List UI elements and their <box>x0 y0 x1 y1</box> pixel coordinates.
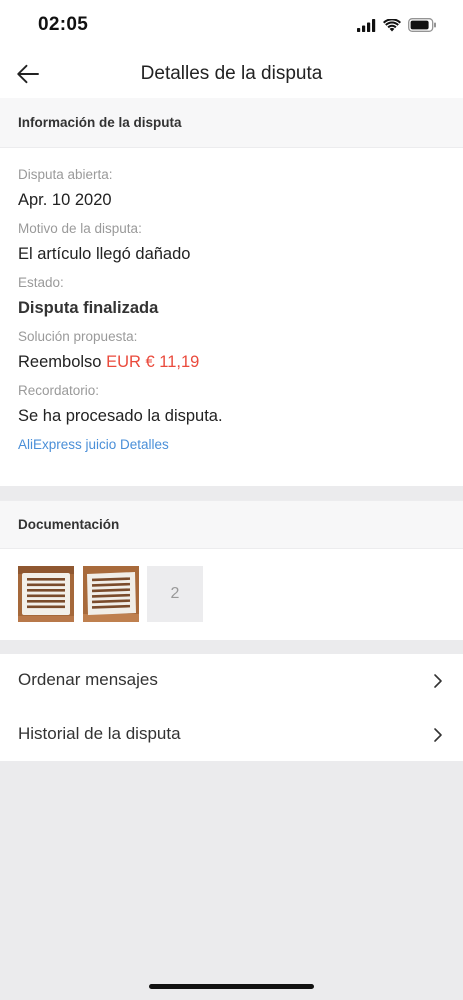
menu-item-label: Ordenar mensajes <box>18 670 158 689</box>
menu-item-order-messages[interactable]: Ordenar mensajes <box>0 654 463 708</box>
opened-value: Apr. 10 2020 <box>18 191 112 209</box>
status-bar: 02:05 <box>0 0 463 50</box>
status-time: 02:05 <box>38 14 89 35</box>
status-icons <box>357 16 437 34</box>
signal-icon <box>357 18 376 32</box>
dispute-menu: Ordenar mensajes Historial de la disputa <box>0 654 463 761</box>
state-label: Estado: <box>18 275 64 290</box>
solution-value: Reembolso EUR € 11,19 <box>18 353 199 372</box>
state-value: Disputa finalizada <box>18 299 159 317</box>
info-section-title: Información de la disputa <box>18 115 182 130</box>
battery-icon <box>408 18 436 32</box>
evidence-photo-image <box>18 566 74 622</box>
reminder-label: Recordatorio: <box>18 383 100 398</box>
aliexpress-details-link[interactable]: AliExpress juicio Detalles <box>18 437 169 452</box>
reason-label: Motivo de la disputa: <box>18 221 142 236</box>
chevron-right-icon <box>434 728 442 742</box>
evidence-photo-image <box>83 566 139 622</box>
solution-label: Solución propuesta: <box>18 329 138 344</box>
opened-label: Disputa abierta: <box>18 167 113 182</box>
reason-value: El artículo llegó dañado <box>18 245 191 263</box>
home-indicator[interactable] <box>149 984 314 989</box>
menu-item-label: Historial de la disputa <box>18 724 181 743</box>
chevron-right-icon <box>434 674 442 688</box>
evidence-thumbnail-1[interactable] <box>18 566 74 622</box>
wifi-icon <box>383 18 401 31</box>
documentation-panel: 2 <box>0 549 463 640</box>
refund-amount: EUR € 11,19 <box>106 353 200 371</box>
navigation-bar: Detalles de la disputa <box>0 50 463 98</box>
page-title: Detalles de la disputa <box>140 63 323 84</box>
documentation-title: Documentación <box>18 517 120 532</box>
reminder-value: Se ha procesado la disputa. <box>18 407 223 425</box>
documentation-section-header: Documentación <box>0 500 463 549</box>
menu-item-dispute-history[interactable]: Historial de la disputa <box>0 708 463 762</box>
dispute-info-panel: Disputa abierta: Apr. 10 2020 Motivo de … <box>0 148 463 486</box>
info-section-header: Información de la disputa <box>0 98 463 148</box>
evidence-thumbnail-2[interactable] <box>83 566 139 622</box>
more-images-button[interactable]: 2 <box>147 566 203 622</box>
solution-type: Reembolso <box>18 353 102 371</box>
